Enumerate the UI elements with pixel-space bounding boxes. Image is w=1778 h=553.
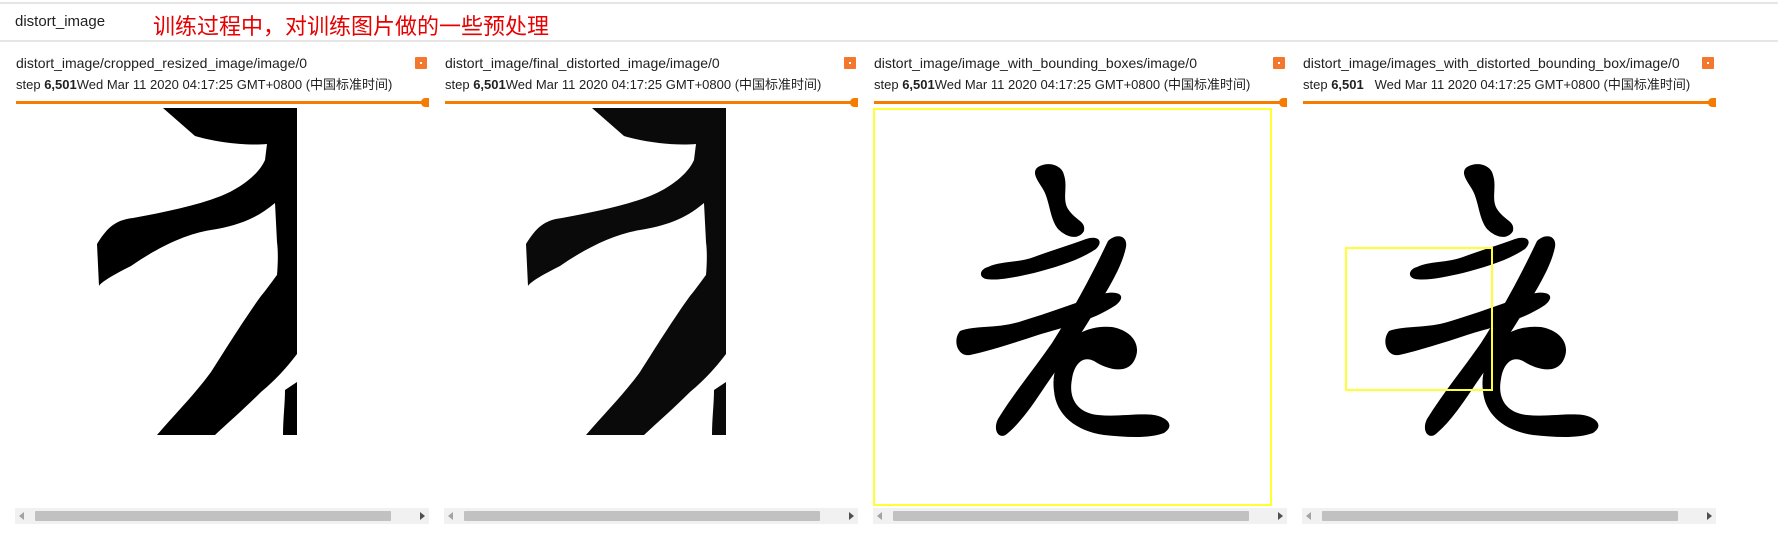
scroll-left-icon[interactable] bbox=[19, 512, 24, 520]
step-slider[interactable] bbox=[16, 98, 429, 108]
scroll-left-icon[interactable] bbox=[448, 512, 453, 520]
pin-icon[interactable] bbox=[1273, 57, 1285, 69]
annotation-note: 训练过程中，对训练图片做的一些预处理 bbox=[153, 15, 550, 40]
slider-track[interactable] bbox=[445, 101, 853, 104]
step-value: 6,501 bbox=[473, 77, 506, 92]
step-value: 6,501 bbox=[1331, 77, 1364, 92]
cropped-character-image bbox=[15, 108, 429, 508]
image-viewer bbox=[1302, 108, 1716, 508]
timestamp: Wed Mar 11 2020 04:17:25 GMT+0800 (中国标准时… bbox=[76, 77, 393, 92]
card-title: distort_image/image_with_bounding_boxes/… bbox=[874, 55, 1197, 71]
scroll-right-icon[interactable] bbox=[849, 512, 854, 520]
image-card-cropped-resized: distort_image/cropped_resized_image/imag… bbox=[15, 55, 429, 535]
card-step-info: step 6,501Wed Mar 11 2020 04:17:25 GMT+0… bbox=[445, 74, 821, 93]
image-viewer bbox=[444, 108, 858, 508]
step-slider[interactable] bbox=[1303, 98, 1716, 108]
group-name: distort_image bbox=[15, 13, 106, 30]
pin-icon[interactable] bbox=[415, 57, 427, 69]
image-card-final-distorted: distort_image/final_distorted_image/imag… bbox=[444, 55, 858, 535]
scroll-left-icon[interactable] bbox=[1306, 512, 1311, 520]
pin-icon[interactable] bbox=[1702, 57, 1714, 69]
step-value: 6,501 bbox=[902, 77, 935, 92]
timestamp: Wed Mar 11 2020 04:17:25 GMT+0800 (中国标准时… bbox=[1374, 77, 1691, 92]
step-value: 6,501 bbox=[44, 77, 77, 92]
slider-track[interactable] bbox=[1303, 101, 1711, 104]
image-viewer bbox=[15, 108, 429, 508]
scroll-right-icon[interactable] bbox=[1278, 512, 1283, 520]
image-card-with-bounding-boxes: distort_image/image_with_bounding_boxes/… bbox=[873, 55, 1287, 535]
card-step-info: step 6,501Wed Mar 11 2020 04:17:25 GMT+0… bbox=[16, 74, 392, 93]
horizontal-scrollbar[interactable] bbox=[444, 508, 858, 524]
step-label: step bbox=[16, 77, 41, 92]
image-card-distorted-bounding-box: distort_image/images_with_distorted_boun… bbox=[1302, 55, 1716, 535]
timestamp: Wed Mar 11 2020 04:17:25 GMT+0800 (中国标准时… bbox=[505, 77, 822, 92]
horizontal-scrollbar[interactable] bbox=[15, 508, 429, 524]
scroll-right-icon[interactable] bbox=[1707, 512, 1712, 520]
slider-thumb[interactable] bbox=[850, 98, 858, 107]
scrollbar-thumb[interactable] bbox=[464, 511, 820, 521]
slider-track[interactable] bbox=[16, 101, 424, 104]
pin-icon[interactable] bbox=[844, 57, 856, 69]
slider-thumb[interactable] bbox=[421, 98, 429, 107]
scroll-right-icon[interactable] bbox=[420, 512, 425, 520]
slider-track[interactable] bbox=[874, 101, 1282, 104]
image-group-header: distort_image 训练过程中，对训练图片做的一些预处理 bbox=[0, 4, 1778, 42]
card-title: distort_image/final_distorted_image/imag… bbox=[445, 55, 720, 71]
card-title: distort_image/images_with_distorted_boun… bbox=[1303, 55, 1680, 71]
horizontal-scrollbar[interactable] bbox=[873, 508, 1287, 524]
card-step-info: step 6,501 Wed Mar 11 2020 04:17:25 GMT+… bbox=[1303, 74, 1690, 93]
image-viewer bbox=[873, 108, 1287, 508]
step-label: step bbox=[1303, 77, 1328, 92]
scrollbar-thumb[interactable] bbox=[893, 511, 1249, 521]
timestamp: Wed Mar 11 2020 04:17:25 GMT+0800 (中国标准时… bbox=[934, 77, 1251, 92]
scrollbar-thumb[interactable] bbox=[1322, 511, 1678, 521]
distorted-character-image bbox=[444, 108, 858, 508]
step-label: step bbox=[445, 77, 470, 92]
step-slider[interactable] bbox=[445, 98, 858, 108]
card-title: distort_image/cropped_resized_image/imag… bbox=[16, 55, 308, 71]
scrollbar-thumb[interactable] bbox=[35, 511, 391, 521]
slider-thumb[interactable] bbox=[1279, 98, 1287, 107]
character-image-with-box bbox=[873, 108, 1287, 508]
scroll-left-icon[interactable] bbox=[877, 512, 882, 520]
slider-thumb[interactable] bbox=[1708, 98, 1716, 107]
step-label: step bbox=[874, 77, 899, 92]
step-slider[interactable] bbox=[874, 98, 1287, 108]
horizontal-scrollbar[interactable] bbox=[1302, 508, 1716, 524]
card-step-info: step 6,501Wed Mar 11 2020 04:17:25 GMT+0… bbox=[874, 74, 1250, 93]
character-image-with-distorted-box bbox=[1302, 108, 1716, 508]
